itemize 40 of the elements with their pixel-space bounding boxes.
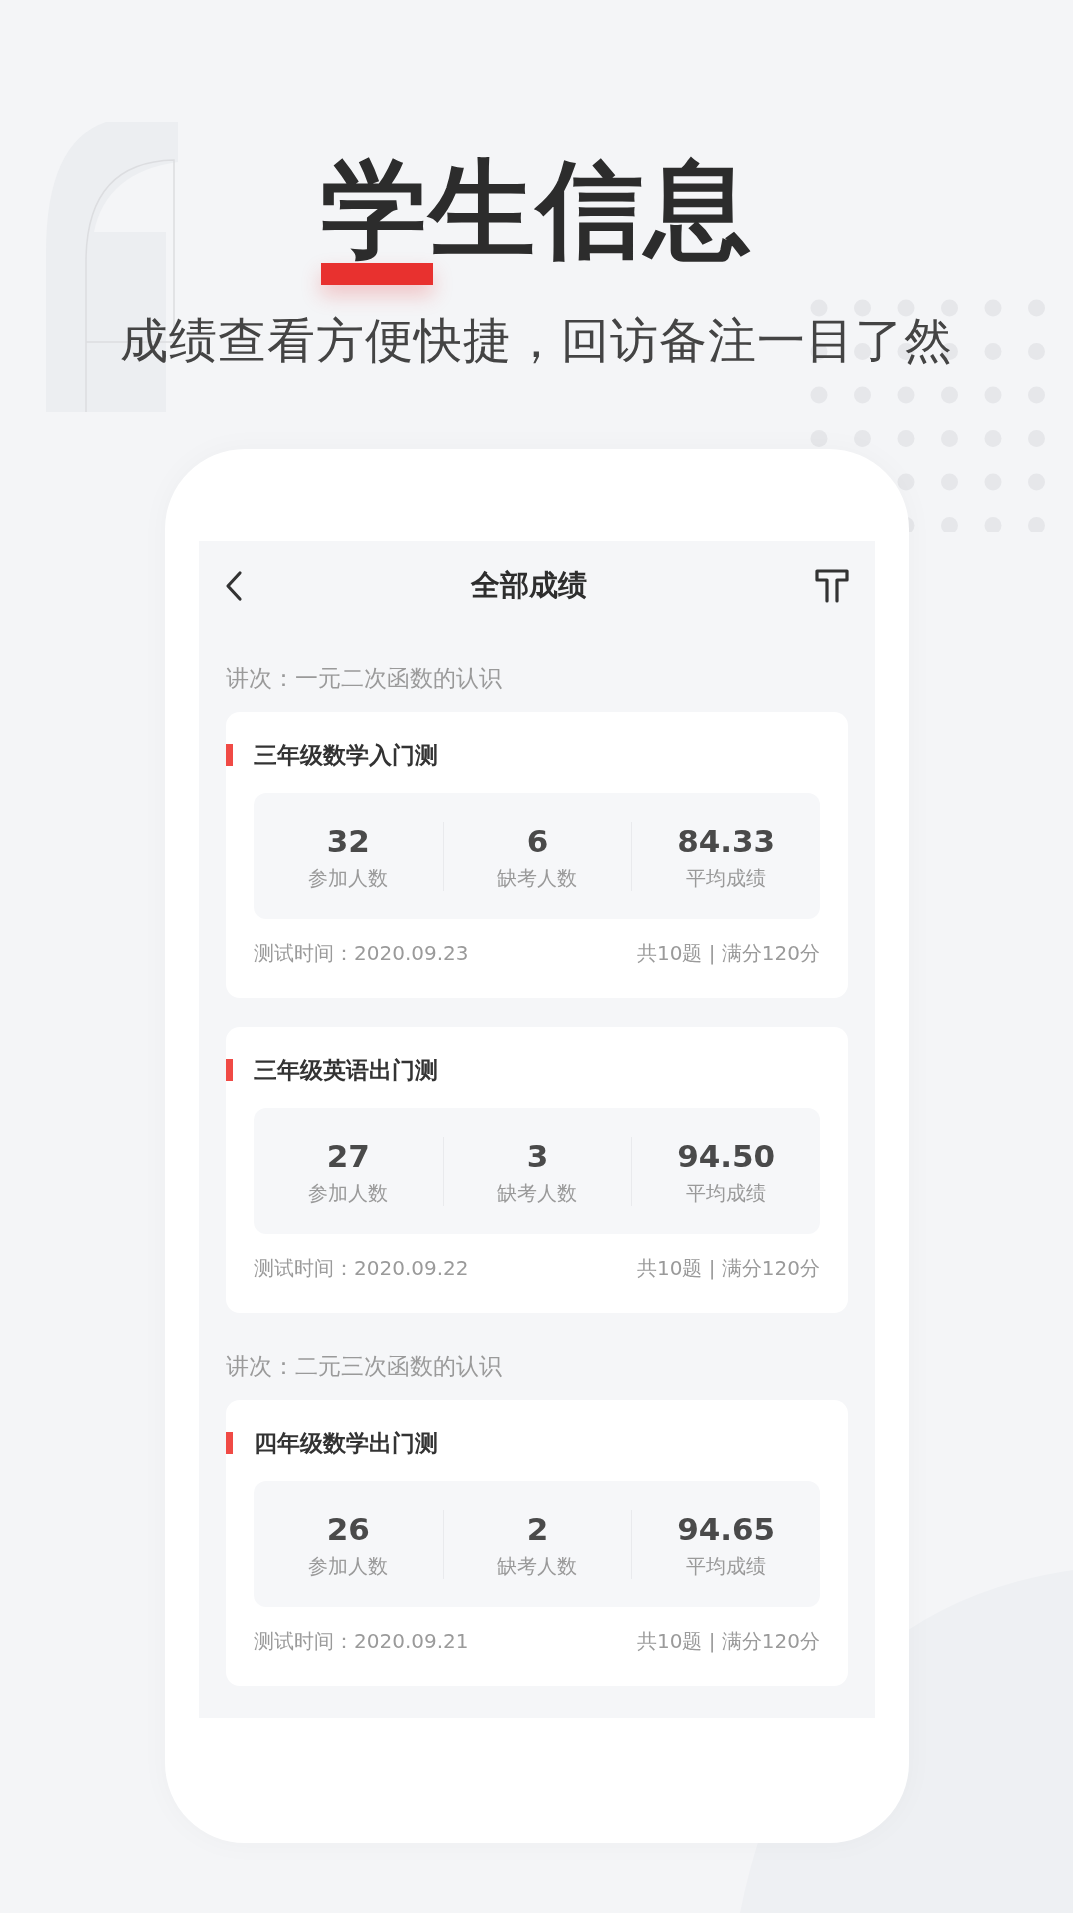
screen-title: 全部成绩	[471, 567, 587, 605]
stat-value: 27	[326, 1136, 370, 1175]
test-title: 三年级数学入门测	[254, 741, 439, 769]
stat-label: 平均成绩	[686, 1179, 767, 1206]
headline-subtitle: 成绩查看方便快捷，回访备注一目了然	[120, 312, 953, 368]
stat-label: 参加人数	[308, 864, 389, 891]
accent-bar	[226, 1059, 233, 1081]
section-label: 讲次：二元三次函数的认识	[226, 1353, 502, 1379]
test-summary: 共10题 | 满分120分	[636, 1628, 820, 1655]
stat-value: 2	[526, 1509, 549, 1548]
stat-label: 缺考人数	[497, 1179, 578, 1206]
accent-bar	[226, 1432, 233, 1454]
stat-label: 平均成绩	[686, 864, 767, 891]
stat-value: 94.50	[677, 1136, 776, 1175]
test-card[interactable]: 三年级数学入门测 32 参加人数 6 缺考人数 84.33 平均成绩 测试时间：2020.09.23 共10题 | 满分120分	[226, 712, 848, 998]
section-label: 讲次：一元二次函数的认识	[226, 665, 502, 691]
test-time: 测试时间：2020.09.23	[254, 940, 469, 967]
test-title: 四年级数学出门测	[254, 1429, 439, 1457]
stat-label: 平均成绩	[686, 1552, 767, 1579]
filter-icon[interactable]	[815, 568, 849, 604]
stat-value: 26	[326, 1509, 370, 1548]
headline-title: 学生信息	[320, 158, 753, 262]
test-time: 测试时间：2020.09.22	[254, 1255, 469, 1282]
test-summary: 共10题 | 满分120分	[636, 940, 820, 967]
test-summary: 共10题 | 满分120分	[636, 1255, 820, 1282]
stat-label: 缺考人数	[497, 864, 578, 891]
test-time: 测试时间：2020.09.21	[254, 1628, 469, 1655]
stat-label: 缺考人数	[497, 1552, 578, 1579]
test-card[interactable]: 三年级英语出门测 27 参加人数 3 缺考人数 94.50 平均成绩 测试时间：2020.09.22 共10题 | 满分120分	[226, 1027, 848, 1313]
stat-value: 94.65	[677, 1509, 776, 1548]
stat-value: 3	[526, 1136, 549, 1175]
stat-label: 参加人数	[308, 1552, 389, 1579]
stat-label: 参加人数	[308, 1179, 389, 1206]
back-icon[interactable]	[225, 570, 243, 602]
stat-value: 84.33	[677, 821, 776, 860]
accent-bar	[226, 744, 233, 766]
test-card[interactable]: 四年级数学出门测 26 参加人数 2 缺考人数 94.65 平均成绩 测试时间：2020.09.21 共10题 | 满分120分	[226, 1400, 848, 1686]
test-title: 三年级英语出门测	[254, 1056, 439, 1084]
stat-value: 6	[526, 821, 549, 860]
stat-value: 32	[326, 821, 370, 860]
